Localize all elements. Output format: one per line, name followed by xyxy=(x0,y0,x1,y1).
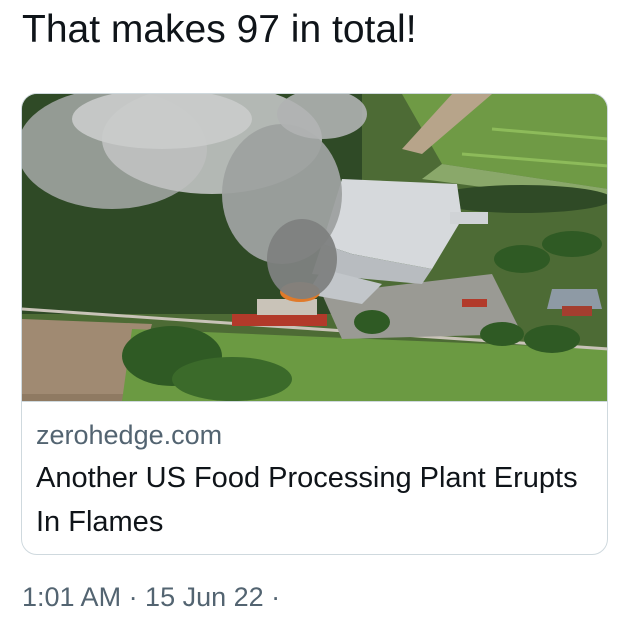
card-body: zerohedge.com Another US Food Processing… xyxy=(22,401,607,554)
card-title[interactable]: Another US Food Processing Plant Erupts … xyxy=(36,456,596,544)
link-card[interactable]: zerohedge.com Another US Food Processing… xyxy=(21,93,608,555)
card-image xyxy=(22,94,607,401)
tweet-timestamp[interactable]: 1:01 AM · 15 Jun 22 · xyxy=(22,580,280,614)
tweet-text: That makes 97 in total! xyxy=(22,8,417,51)
card-domain: zerohedge.com xyxy=(36,420,223,450)
